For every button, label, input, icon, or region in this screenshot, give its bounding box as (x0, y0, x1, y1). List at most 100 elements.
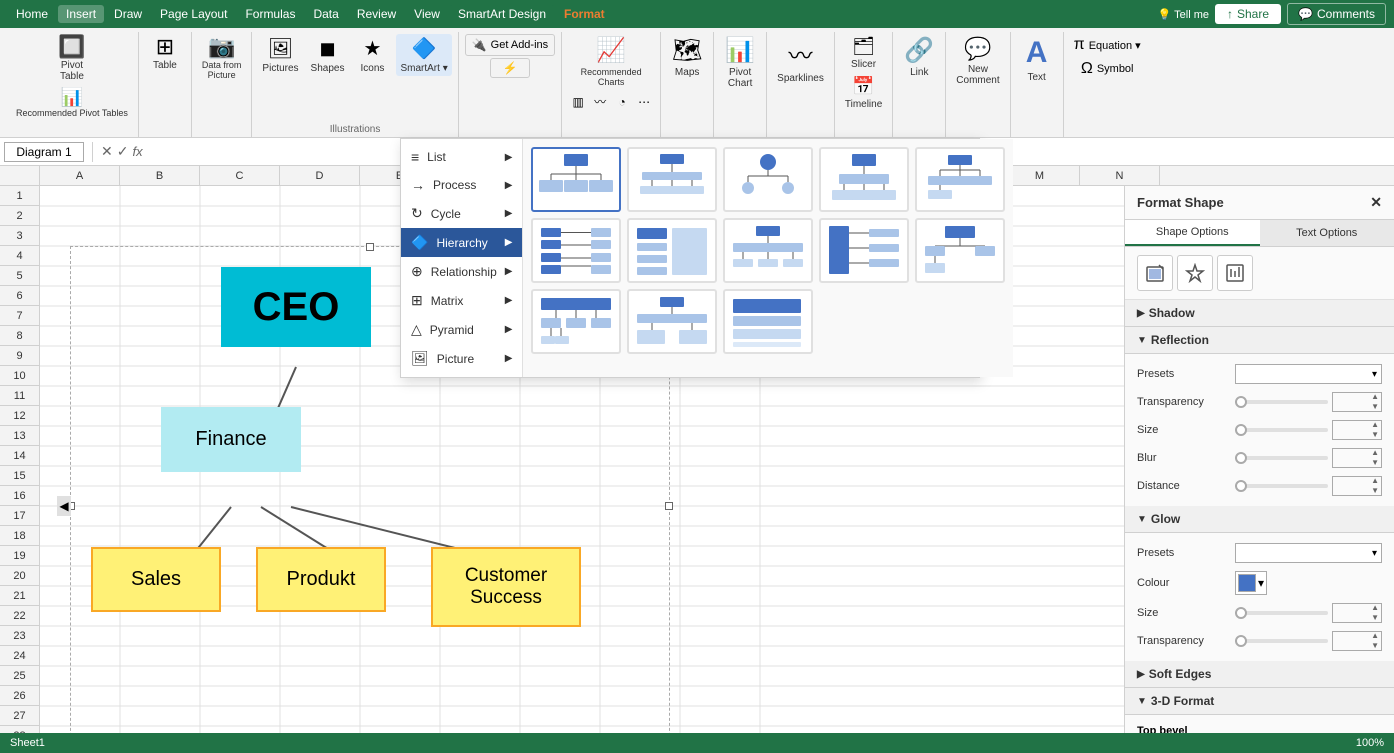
row-3[interactable]: 3 (0, 226, 39, 246)
formula-fx[interactable]: fx (132, 144, 142, 159)
menu-data[interactable]: Data (305, 5, 346, 23)
expand-arrow[interactable]: ◀ (57, 496, 71, 516)
blur-spinbox[interactable]: ▲▼ (1332, 448, 1382, 468)
glow-transparency-spinbox[interactable]: ▲▼ (1332, 631, 1382, 651)
row-17[interactable]: 17 (0, 506, 39, 526)
table-button[interactable]: ⊞ Table (145, 34, 185, 73)
handle-right[interactable] (665, 502, 673, 510)
glow-presets-control[interactable]: ▾ (1235, 543, 1382, 563)
menu-review[interactable]: Review (349, 5, 404, 23)
maps-button[interactable]: 🗺 Maps (667, 34, 707, 80)
thumb-org-10[interactable] (915, 218, 1005, 283)
recommended-pivot-button[interactable]: 📊 Recommended Pivot Tables (12, 86, 132, 120)
row-25[interactable]: 25 (0, 666, 39, 686)
shapes-button[interactable]: ◼ Shapes (307, 34, 349, 76)
menu-format[interactable]: Format (556, 5, 613, 23)
glow-size-slider[interactable] (1235, 611, 1328, 615)
row-23[interactable]: 23 (0, 626, 39, 646)
relationship-menu-item[interactable]: ⊕ Relationship ▶ (401, 257, 522, 286)
row-22[interactable]: 22 (0, 606, 39, 626)
formula-cancel[interactable]: ✕ (101, 143, 113, 160)
soft-edges-header[interactable]: ▶ Soft Edges (1125, 661, 1394, 688)
row-15[interactable]: 15 (0, 466, 39, 486)
glow-transparency-slider[interactable] (1235, 639, 1328, 643)
row-19[interactable]: 19 (0, 546, 39, 566)
slicer-button[interactable]: 🗂 Slicer (844, 34, 884, 72)
row-6[interactable]: 6 (0, 286, 39, 306)
menu-page-layout[interactable]: Page Layout (152, 5, 235, 23)
my-addins-button[interactable]: ⚡ (490, 58, 530, 78)
name-box[interactable] (4, 142, 84, 162)
col-header-c[interactable]: C (200, 166, 280, 185)
3d-format-header[interactable]: ▼ 3-D Format (1125, 688, 1394, 715)
timeline-button[interactable]: 📅 Timeline (841, 74, 886, 112)
size-icon-btn[interactable] (1217, 255, 1253, 291)
matrix-menu-item[interactable]: ⊞ Matrix ▶ (401, 286, 522, 315)
row-5[interactable]: 5 (0, 266, 39, 286)
tell-me[interactable]: 💡 Tell me (1158, 8, 1209, 21)
thumb-org-5[interactable] (915, 147, 1005, 212)
row-21[interactable]: 21 (0, 586, 39, 606)
thumb-org-8[interactable] (723, 218, 813, 283)
thumb-org-12[interactable] (627, 289, 717, 354)
shadow-section-header[interactable]: ▶ Shadow (1125, 300, 1394, 327)
distance-spinbox[interactable]: ▲▼ (1332, 476, 1382, 496)
reflection-size-spinbox[interactable]: ▲▼ (1332, 420, 1382, 440)
menu-home[interactable]: Home (8, 5, 56, 23)
scatter-chart-button[interactable]: ⋯ (634, 91, 654, 112)
smartart-button[interactable]: 🔷 SmartArt ▾ (396, 34, 451, 76)
menu-formulas[interactable]: Formulas (237, 5, 303, 23)
thumb-org-1[interactable] (531, 147, 621, 212)
shape-options-tab[interactable]: Shape Options (1125, 220, 1260, 246)
comments-button[interactable]: 💬 Comments (1287, 3, 1386, 25)
row-24[interactable]: 24 (0, 646, 39, 666)
data-from-picture-button[interactable]: 📷 Data fromPicture (198, 34, 246, 82)
recommended-charts-button[interactable]: 📈 RecommendedCharts (577, 34, 646, 89)
glow-colour-control[interactable]: ▾ (1235, 571, 1382, 595)
pyramid-menu-item[interactable]: △ Pyramid ▶ (401, 315, 522, 344)
transparency-spinbox[interactable]: ▲▼ (1332, 392, 1382, 412)
sparklines-button[interactable]: 〰 Sparklines (773, 34, 828, 86)
customer-node[interactable]: CustomerSuccess (431, 547, 581, 627)
row-12[interactable]: 12 (0, 406, 39, 426)
sales-node[interactable]: Sales (91, 547, 221, 612)
menu-draw[interactable]: Draw (106, 5, 150, 23)
row-26[interactable]: 26 (0, 686, 39, 706)
bar-chart-button[interactable]: ▥ (568, 91, 588, 112)
symbol-button[interactable]: Ω Symbol (1077, 58, 1138, 80)
row-10[interactable]: 10 (0, 366, 39, 386)
row-11[interactable]: 11 (0, 386, 39, 406)
thumb-org-3[interactable] (723, 147, 813, 212)
finance-node[interactable]: Finance (161, 407, 301, 472)
pictures-button[interactable]: 🖼 Pictures (258, 34, 302, 76)
cycle-menu-item[interactable]: ↻ Cycle ▶ (401, 199, 522, 228)
row-9[interactable]: 9 (0, 346, 39, 366)
row-1[interactable]: 1 (0, 186, 39, 206)
process-menu-item[interactable]: → Process ▶ (401, 171, 522, 199)
row-2[interactable]: 2 (0, 206, 39, 226)
col-header-d[interactable]: D (280, 166, 360, 185)
row-13[interactable]: 13 (0, 426, 39, 446)
col-header-n[interactable]: N (1080, 166, 1160, 185)
hierarchy-menu-item[interactable]: 🔷 Hierarchy ▶ (401, 228, 522, 257)
glow-size-spinbox[interactable]: ▲▼ (1332, 603, 1382, 623)
row-27[interactable]: 27 (0, 706, 39, 726)
text-button[interactable]: A Text (1017, 34, 1057, 85)
menu-list-item[interactable]: ≡ List ▶ (401, 143, 522, 171)
row-8[interactable]: 8 (0, 326, 39, 346)
produkt-node[interactable]: Produkt (256, 547, 386, 612)
pivot-chart-button[interactable]: 📊 PivotChart (720, 34, 760, 91)
share-button[interactable]: ↑ Share (1215, 4, 1281, 24)
pie-chart-button[interactable]: ◔ (612, 91, 632, 112)
transparency-slider[interactable] (1235, 400, 1328, 404)
thumb-org-11[interactable] (531, 289, 621, 354)
equation-button[interactable]: π Equation ▾ (1070, 34, 1145, 56)
row-18[interactable]: 18 (0, 526, 39, 546)
col-header-b[interactable]: B (120, 166, 200, 185)
icons-button[interactable]: ★ Icons (352, 34, 392, 76)
picture-menu-item[interactable]: 🖼 Picture ▶ (401, 344, 522, 373)
effects-icon-btn[interactable] (1177, 255, 1213, 291)
line-chart-button[interactable]: 〰 (590, 91, 610, 112)
row-7[interactable]: 7 (0, 306, 39, 326)
formula-confirm[interactable]: ✓ (117, 143, 129, 160)
